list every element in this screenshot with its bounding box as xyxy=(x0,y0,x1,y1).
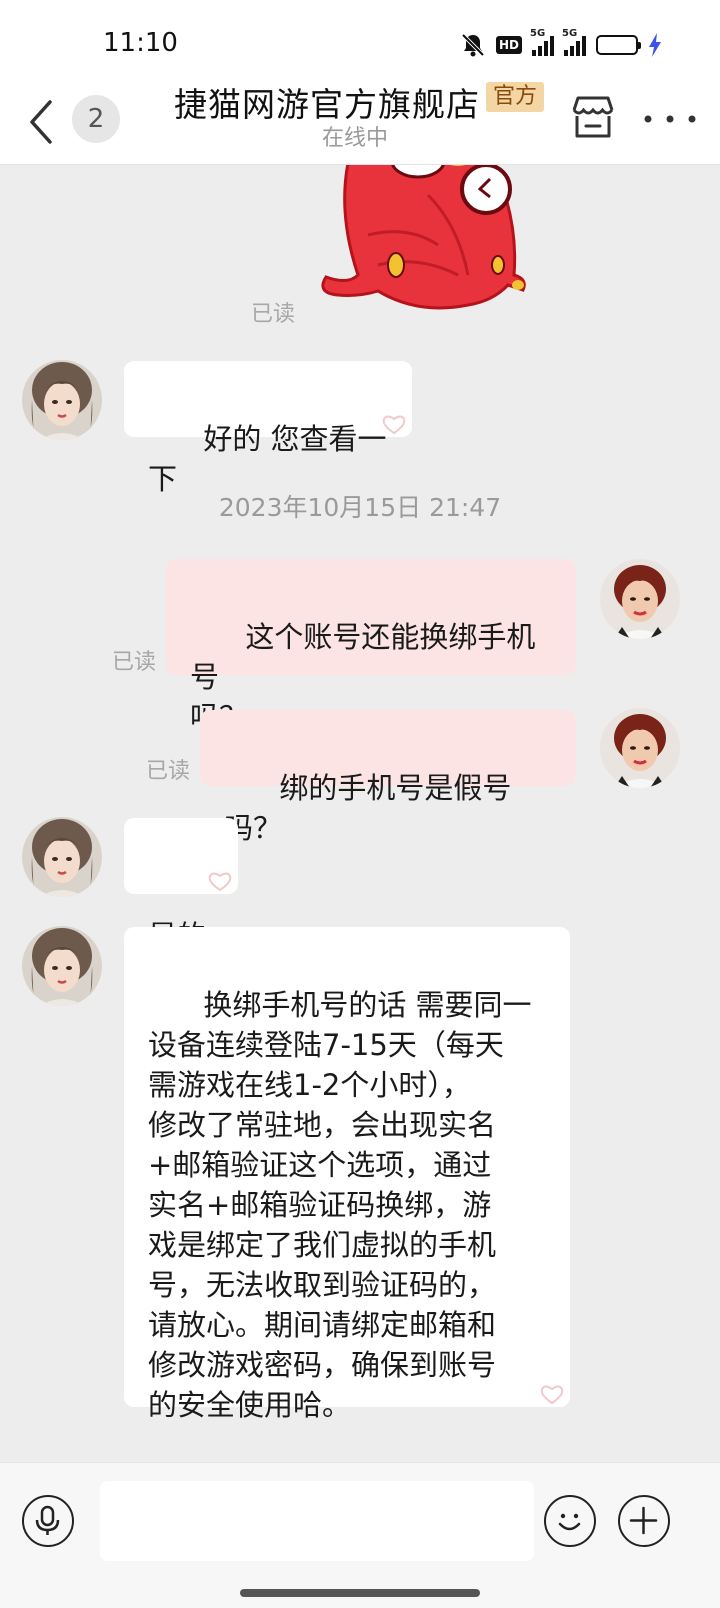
status-time: 11:10 xyxy=(103,28,178,58)
message-text: 换绑手机号的话 需要同一 设备连续登陆7-15天（每天 需游戏在线1-2个小时）… xyxy=(148,988,532,1422)
charging-icon xyxy=(649,33,661,57)
watermark-icon xyxy=(540,1385,564,1405)
plus-icon xyxy=(629,1506,658,1535)
more-actions-button[interactable] xyxy=(618,1495,670,1547)
hd-icon: HD xyxy=(495,36,522,54)
message-list[interactable]: 已读 好的 您查看一下 2023年10月15日 21:47 已读 这个账号还能换… xyxy=(0,165,720,1462)
status-bar: 11:10 HD 5G 5G xyxy=(0,0,720,78)
battery-icon xyxy=(596,35,641,55)
avatar[interactable] xyxy=(22,817,102,897)
shop-avatar-image xyxy=(22,926,102,1006)
signal-icon: 5G xyxy=(530,28,554,56)
sticker-image[interactable] xyxy=(318,165,538,325)
mic-icon xyxy=(35,1505,60,1535)
signal-label-2: 5G xyxy=(562,28,578,39)
input-bar xyxy=(0,1462,720,1608)
message-text: 绑的手机号是假号吗？ xyxy=(224,771,512,845)
message-input[interactable] xyxy=(100,1481,534,1561)
shop-avatar-image xyxy=(22,360,102,440)
mute-bell-icon xyxy=(461,33,485,57)
message-text: 好的 您查看一下 xyxy=(148,422,387,496)
read-status: 已读 xyxy=(112,650,157,675)
shop-title: 捷猫网游官方旗舰店 xyxy=(174,85,480,124)
read-status: 已读 xyxy=(146,759,191,784)
message-bubble-mine[interactable]: 这个账号还能换绑手机号 吗？ xyxy=(166,559,576,734)
unread-count-badge[interactable]: 2 xyxy=(72,95,120,143)
my-avatar[interactable] xyxy=(600,559,680,639)
home-indicator[interactable] xyxy=(240,1589,480,1597)
message-bubble[interactable]: 换绑手机号的话 需要同一 设备连续登陆7-15天（每天 需游戏在线1-2个小时）… xyxy=(124,927,570,1422)
read-status: 已读 xyxy=(251,302,296,327)
signal-label: 5G xyxy=(530,28,546,39)
user-avatar-image xyxy=(600,708,680,788)
emoji-button[interactable] xyxy=(544,1495,596,1547)
online-status: 在线中 xyxy=(322,126,389,151)
avatar[interactable] xyxy=(22,926,102,1006)
watermark-icon xyxy=(208,872,232,892)
official-badge: 官方 xyxy=(486,82,545,112)
message-bubble[interactable]: 好的 您查看一下 xyxy=(124,361,412,496)
signal-icon-2: 5G xyxy=(562,28,586,56)
voice-button[interactable] xyxy=(22,1495,74,1547)
user-avatar-image xyxy=(600,559,680,639)
message-timestamp: 2023年10月15日 21:47 xyxy=(218,493,502,522)
message-bubble-mine[interactable]: 绑的手机号是假号吗？ xyxy=(200,710,576,845)
chat-screen: 11:10 HD 5G 5G 2 捷猫网游官方旗舰店 官方 在线中 已读 好的 … xyxy=(0,0,720,1608)
chat-header: 2 捷猫网游官方旗舰店 官方 在线中 xyxy=(0,78,720,165)
my-avatar[interactable] xyxy=(600,708,680,788)
emoji-icon xyxy=(558,1513,581,1531)
more-icon[interactable] xyxy=(640,104,700,134)
store-icon[interactable] xyxy=(568,92,618,142)
back-icon[interactable] xyxy=(18,90,68,150)
shop-avatar-image xyxy=(22,817,102,897)
avatar[interactable] xyxy=(22,360,102,440)
watermark-icon xyxy=(382,415,406,435)
status-icons: HD 5G 5G xyxy=(460,28,662,60)
message-bubble[interactable]: 是的 xyxy=(124,818,238,953)
